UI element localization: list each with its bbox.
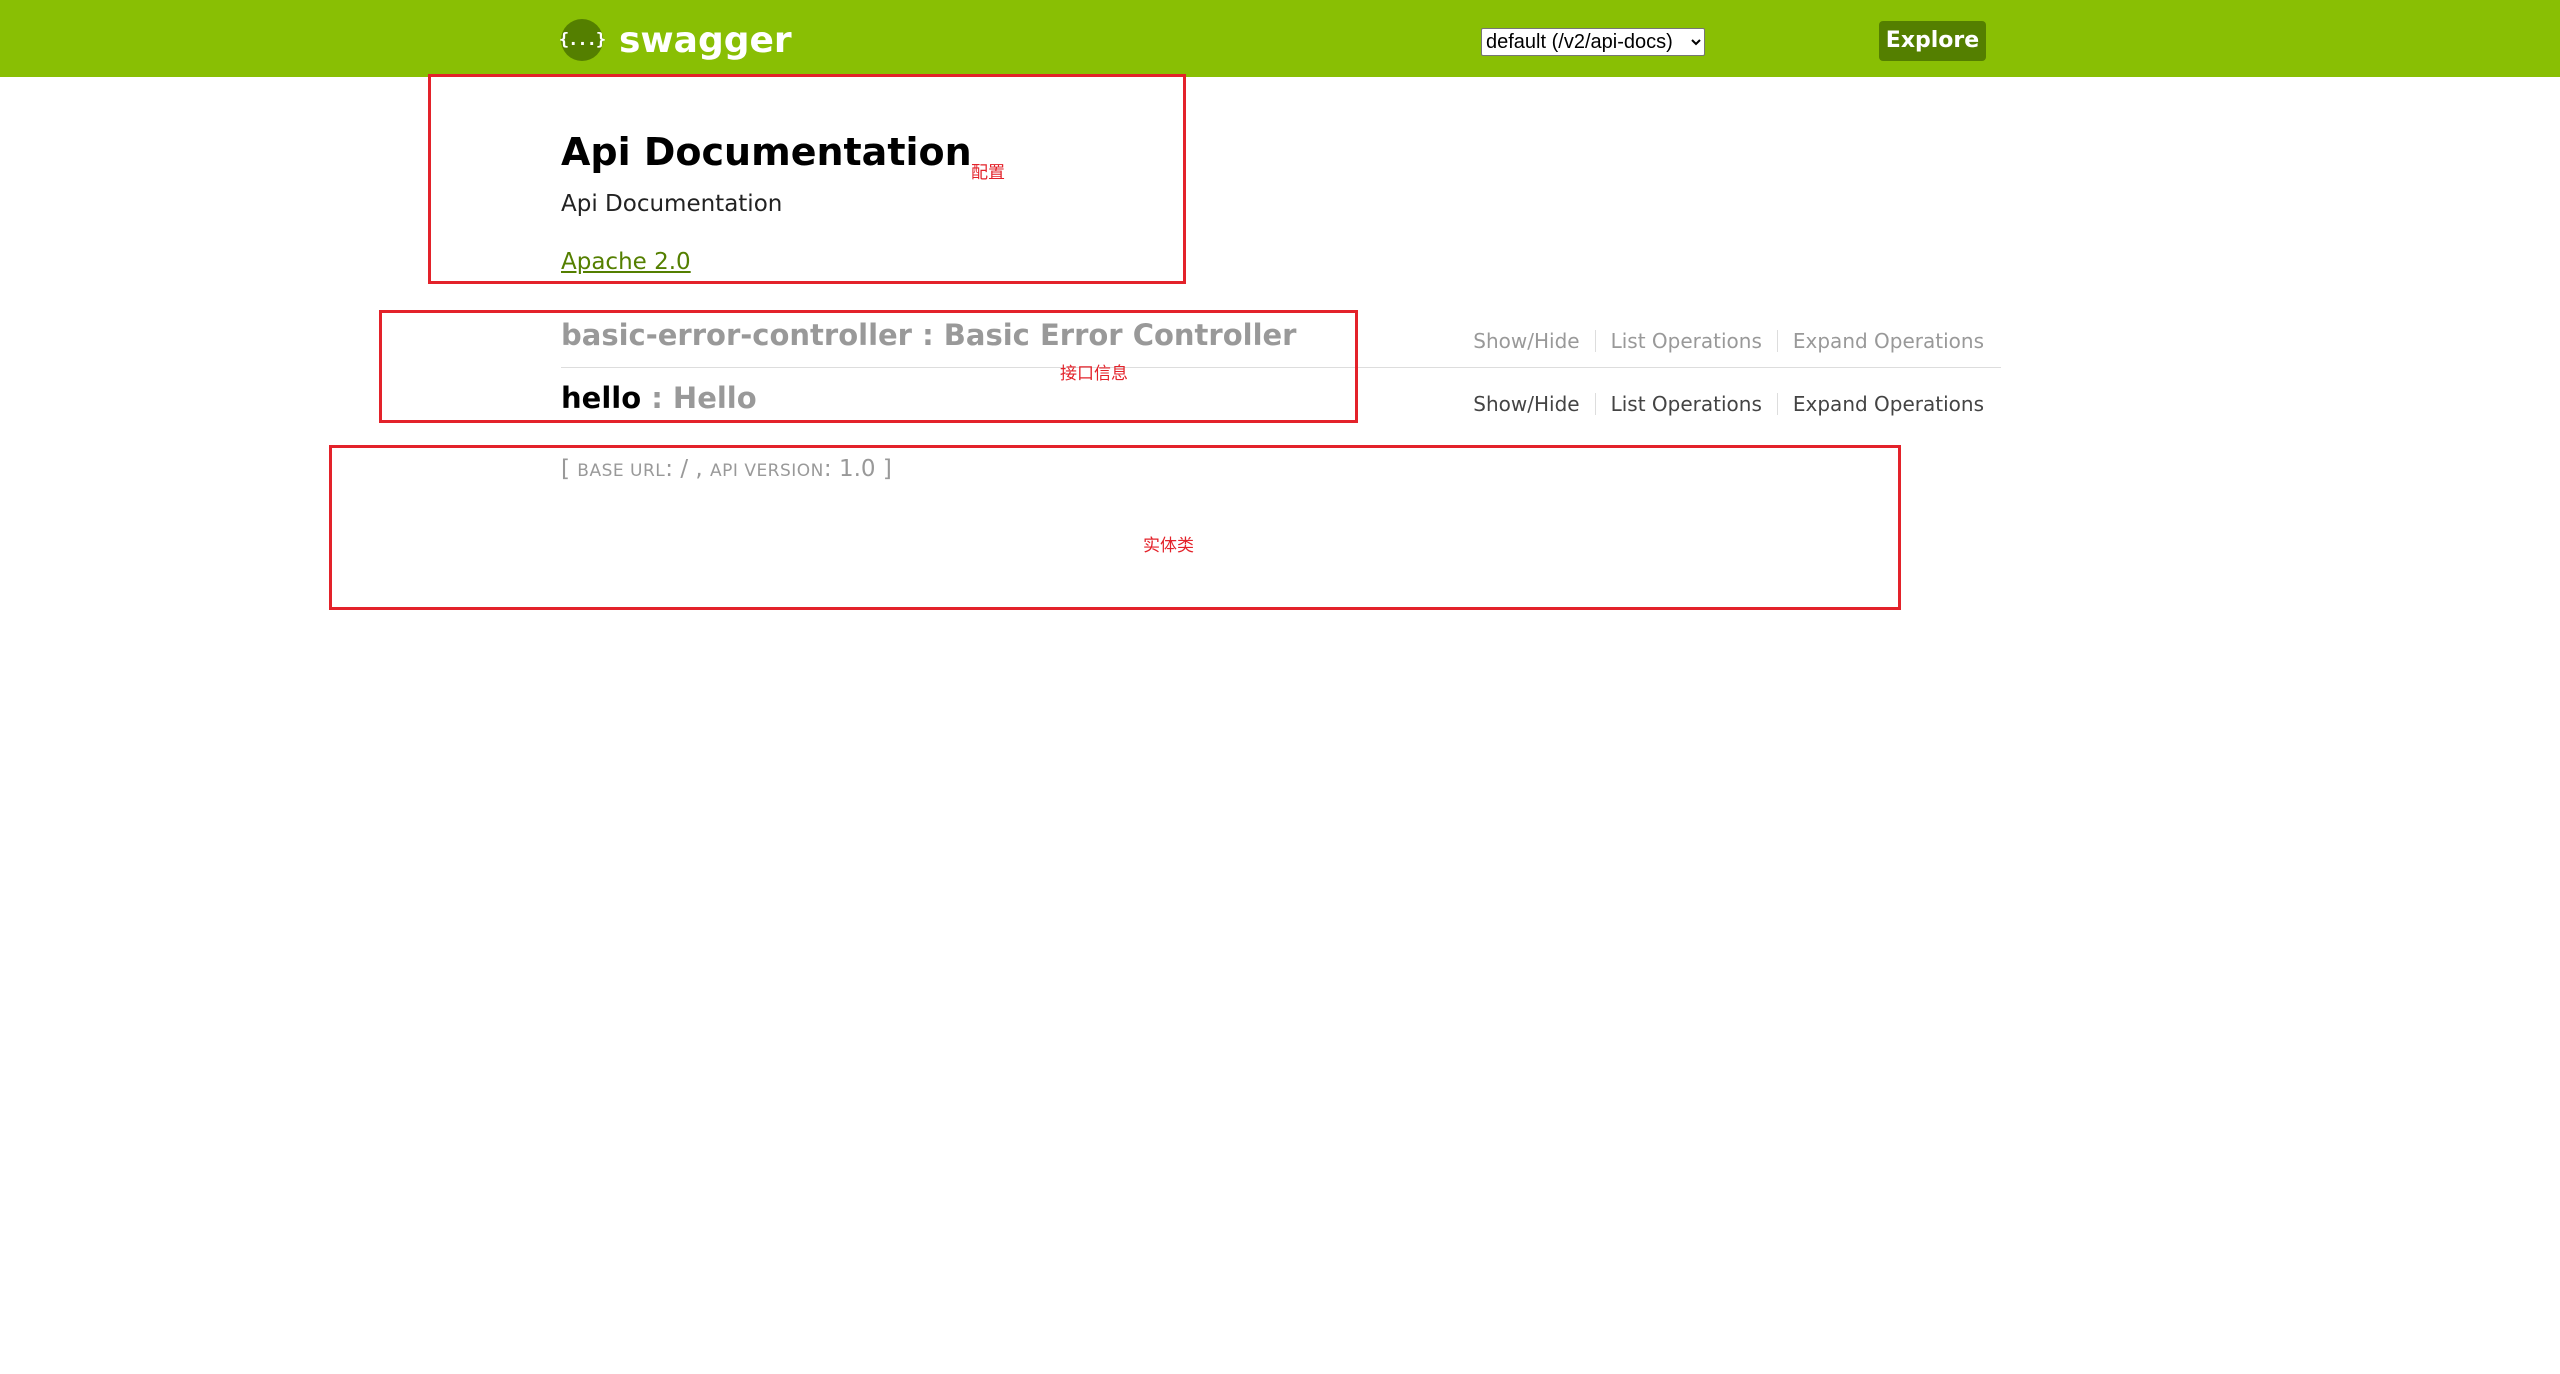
logo-text: swagger bbox=[619, 19, 792, 61]
annotation-label-entity: 实体类 bbox=[1143, 536, 1194, 556]
top-bar: {...} swagger default (/v2/api-docs) Exp… bbox=[0, 0, 2560, 77]
annotation-label-config: 配置 bbox=[971, 163, 1005, 183]
annotation-box-interface bbox=[379, 310, 1358, 423]
swagger-logo-icon: {...} bbox=[559, 19, 606, 61]
annotation-label-interface: 接口信息 bbox=[1060, 364, 1128, 384]
list-operations-link[interactable]: List Operations bbox=[1596, 392, 1777, 416]
annotation-box-entity bbox=[329, 445, 1901, 610]
explore-button[interactable]: Explore bbox=[1879, 21, 1986, 61]
resource-operations-basic-error-controller: Show/Hide List Operations Expand Operati… bbox=[1458, 329, 1984, 353]
show-hide-link[interactable]: Show/Hide bbox=[1458, 329, 1594, 353]
show-hide-link[interactable]: Show/Hide bbox=[1458, 392, 1594, 416]
annotation-box-config bbox=[428, 74, 1186, 284]
swagger-logo[interactable]: {...} swagger bbox=[559, 18, 792, 62]
expand-operations-link[interactable]: Expand Operations bbox=[1778, 329, 1984, 353]
api-spec-select[interactable]: default (/v2/api-docs) bbox=[1481, 28, 1705, 56]
list-operations-link[interactable]: List Operations bbox=[1596, 329, 1777, 353]
expand-operations-link[interactable]: Expand Operations bbox=[1778, 392, 1984, 416]
swagger-ui-page: {...} swagger default (/v2/api-docs) Exp… bbox=[0, 0, 2560, 1374]
resource-operations-hello: Show/Hide List Operations Expand Operati… bbox=[1458, 392, 1984, 416]
